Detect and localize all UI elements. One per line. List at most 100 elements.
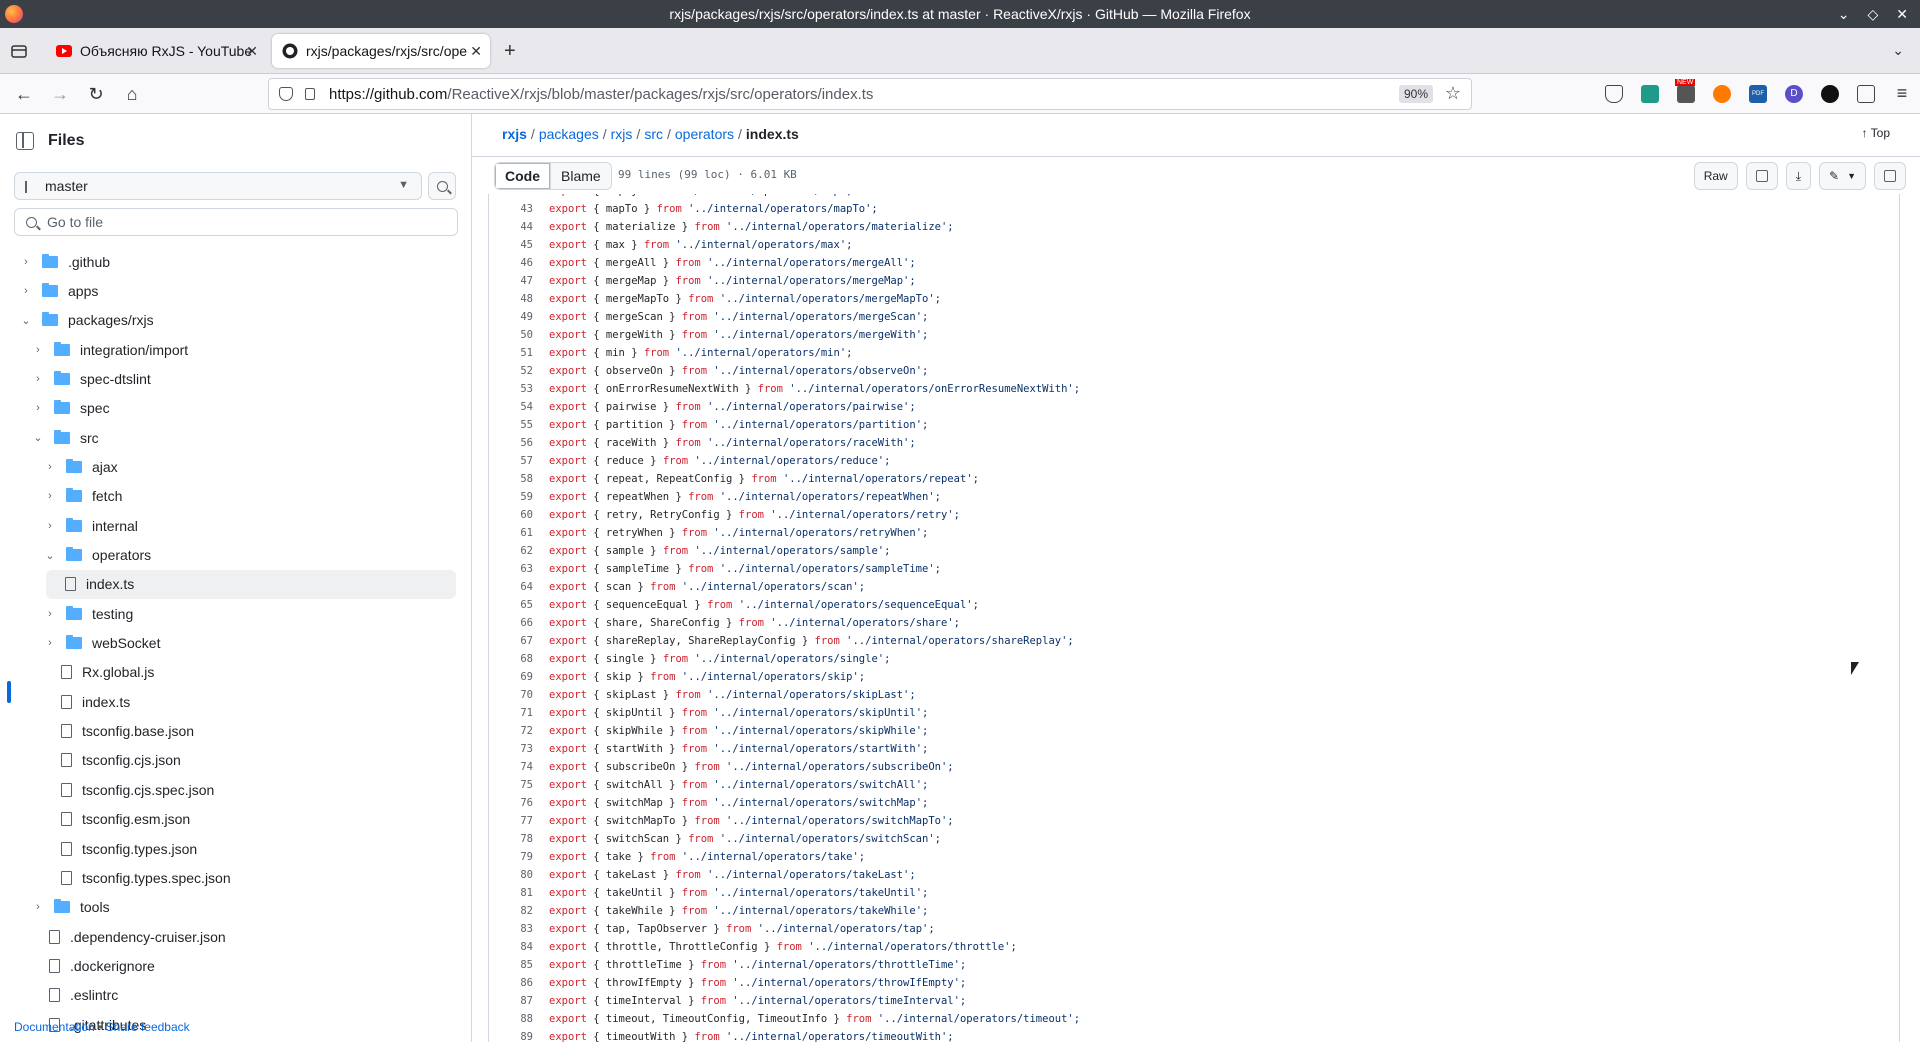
line-number[interactable]: 80 <box>489 866 549 884</box>
line-number[interactable]: 72 <box>489 722 549 740</box>
line-number[interactable]: 83 <box>489 920 549 938</box>
back-icon[interactable]: ← <box>12 82 36 106</box>
pocket-icon[interactable] <box>1605 85 1623 103</box>
tracking-shield-icon[interactable] <box>279 87 293 101</box>
line-number[interactable]: 74 <box>489 758 549 776</box>
chevron-right-icon[interactable]: › <box>42 520 58 532</box>
line-number[interactable]: 53 <box>489 380 549 398</box>
line-number[interactable]: 84 <box>489 938 549 956</box>
save-extension-icon[interactable] <box>1641 85 1659 103</box>
d-extension-icon[interactable]: D <box>1785 85 1803 103</box>
tree-file[interactable]: tsconfig.types.spec.json <box>42 863 440 892</box>
line-number[interactable]: 71 <box>489 704 549 722</box>
copy-raw-button[interactable] <box>1745 162 1778 190</box>
url-bar[interactable]: https://github.com/ReactiveX/rxjs/blob/m… <box>268 78 1472 110</box>
chevron-right-icon[interactable]: › <box>30 344 46 356</box>
line-number[interactable]: 62 <box>489 542 549 560</box>
chevron-right-icon[interactable]: › <box>30 402 46 414</box>
tree-folder[interactable]: › tools <box>30 893 440 922</box>
line-number[interactable]: 57 <box>489 452 549 470</box>
tree-file[interactable]: tsconfig.cjs.json <box>42 746 440 775</box>
line-number[interactable]: 85 <box>489 956 549 974</box>
tree-folder[interactable]: › apps <box>18 276 440 305</box>
tree-file[interactable]: tsconfig.cjs.spec.json <box>42 775 440 804</box>
tree-folder[interactable]: › ajax <box>42 452 440 481</box>
tree-folder[interactable]: › integration/import <box>30 335 440 364</box>
close-tab-icon[interactable]: ✕ <box>246 43 258 60</box>
tree-folder[interactable]: › spec-dtslint <box>30 364 440 393</box>
close-window-icon[interactable]: ✕ <box>1896 6 1908 23</box>
chevron-down-icon[interactable]: ⌄ <box>42 549 58 562</box>
tree-file[interactable]: tsconfig.base.json <box>42 717 440 746</box>
line-number[interactable]: 49 <box>489 308 549 326</box>
branch-selector[interactable]: master ▼ <box>14 172 422 200</box>
line-number[interactable]: 82 <box>489 902 549 920</box>
breadcrumb-rxjs[interactable]: rxjs <box>502 126 527 142</box>
line-number[interactable]: 76 <box>489 794 549 812</box>
line-number[interactable]: 86 <box>489 974 549 992</box>
tab-youtube[interactable]: Объясняю RxJS - YouTube ✕ <box>46 34 266 68</box>
list-all-tabs-icon[interactable]: ⌄ <box>1892 42 1904 59</box>
home-icon[interactable]: ⌂ <box>120 82 144 106</box>
line-number[interactable]: 67 <box>489 632 549 650</box>
tree-folder[interactable]: ⌄ operators <box>42 541 440 570</box>
close-tab-icon[interactable]: ✕ <box>470 43 482 60</box>
tree-file[interactable]: tsconfig.esm.json <box>42 805 440 834</box>
lock-icon[interactable] <box>305 88 315 100</box>
chevron-right-icon[interactable]: › <box>42 461 58 473</box>
line-number[interactable]: 66 <box>489 614 549 632</box>
new-tab-icon[interactable]: + <box>504 40 516 63</box>
edit-button[interactable]: ✎ ▼ <box>1819 162 1866 190</box>
line-number[interactable]: 46 <box>489 254 549 272</box>
breadcrumb-rxjs-pkg[interactable]: rxjs <box>611 126 633 142</box>
bookmark-star-icon[interactable]: ☆ <box>1445 83 1461 104</box>
breadcrumb-packages[interactable]: packages <box>539 126 599 142</box>
zoom-indicator[interactable]: 90% <box>1398 85 1433 103</box>
tree-folder[interactable]: › fetch <box>42 482 440 511</box>
line-number[interactable]: 77 <box>489 812 549 830</box>
download-button[interactable]: ⤓ <box>1785 162 1812 190</box>
line-number[interactable]: 64 <box>489 578 549 596</box>
tree-folder[interactable]: › webSocket <box>42 629 440 658</box>
tab-list-icon[interactable] <box>10 42 28 60</box>
search-files-button[interactable] <box>428 172 456 200</box>
line-number[interactable]: 70 <box>489 686 549 704</box>
line-number[interactable]: 52 <box>489 362 549 380</box>
chevron-right-icon[interactable]: › <box>42 637 58 649</box>
breadcrumb-operators[interactable]: operators <box>675 126 734 142</box>
tree-file[interactable]: .dockerignore <box>30 951 440 980</box>
dark-reader-icon[interactable] <box>1821 85 1839 103</box>
line-number[interactable]: 87 <box>489 992 549 1010</box>
line-number[interactable]: 45 <box>489 236 549 254</box>
line-number[interactable]: 54 <box>489 398 549 416</box>
chevron-right-icon[interactable]: › <box>30 901 46 913</box>
extension-new-icon[interactable]: NEW <box>1675 79 1696 103</box>
chevron-right-icon[interactable]: › <box>18 256 34 268</box>
raw-button[interactable]: Raw <box>1693 162 1738 190</box>
chevron-right-icon[interactable]: › <box>42 490 58 502</box>
line-number[interactable]: 81 <box>489 884 549 902</box>
line-number[interactable]: 55 <box>489 416 549 434</box>
line-number[interactable]: 51 <box>489 344 549 362</box>
tree-file[interactable]: tsconfig.types.json <box>42 834 440 863</box>
tab-code[interactable]: Code <box>495 163 551 189</box>
breadcrumb-src[interactable]: src <box>644 126 663 142</box>
line-number[interactable]: 88 <box>489 1010 549 1028</box>
tree-file[interactable]: .eslintrc <box>30 981 440 1010</box>
line-number[interactable]: 68 <box>489 650 549 668</box>
line-number[interactable]: 73 <box>489 740 549 758</box>
go-to-file-input[interactable]: Go to file <box>14 208 458 236</box>
tree-folder[interactable]: ⌄ src <box>30 423 440 452</box>
line-number[interactable]: 56 <box>489 434 549 452</box>
tree-folder[interactable]: › .github <box>18 247 440 276</box>
minimize-icon[interactable]: ⌄ <box>1838 6 1850 23</box>
symbols-panel-button[interactable] <box>1874 162 1906 190</box>
maximize-icon[interactable]: ◇ <box>1867 6 1878 23</box>
tree-file[interactable]: index.ts <box>42 687 440 716</box>
pdf-extension-icon[interactable]: PDF <box>1749 85 1767 103</box>
menu-hamburger-icon[interactable]: ≡ <box>1893 84 1911 103</box>
chevron-down-icon[interactable]: ⌄ <box>18 314 34 327</box>
tab-blame[interactable]: Blame <box>551 163 611 189</box>
chevron-right-icon[interactable]: › <box>18 285 34 297</box>
documentation-link[interactable]: Documentation <box>14 1020 95 1034</box>
